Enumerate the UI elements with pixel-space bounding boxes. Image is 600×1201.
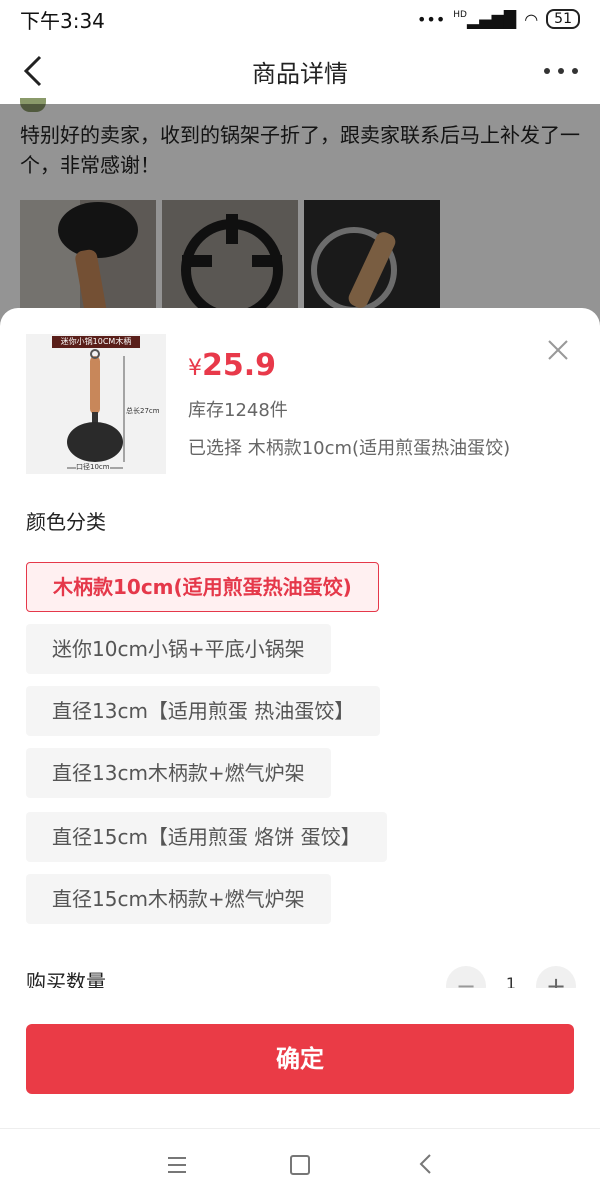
color-category-title: 颜色分类 (26, 510, 106, 534)
back-icon[interactable] (20, 54, 50, 88)
more-icon[interactable] (544, 68, 578, 74)
page-title: 商品详情 (252, 59, 348, 88)
option-15cm-wood-stove[interactable]: 直径15cm木柄款+燃气炉架 (26, 874, 331, 924)
system-nav-bar (0, 1128, 600, 1201)
quantity-value[interactable]: 1 (496, 974, 526, 988)
menu-icon[interactable] (168, 1157, 186, 1178)
price: ¥25.9 (188, 348, 276, 383)
stock-text: 库存1248件 (188, 400, 288, 421)
price-value: 25.9 (202, 348, 277, 383)
confirm-button[interactable]: 确定 (26, 1024, 574, 1094)
option-15cm[interactable]: 直径15cm【适用煎蛋 烙饼 蛋饺】 (26, 812, 387, 862)
quantity-row: 购买数量 − 1 + (0, 956, 600, 988)
length-label: 总长27cm (126, 407, 160, 415)
option-13cm[interactable]: 直径13cm【适用煎蛋 热油蛋饺】 (26, 686, 381, 736)
quantity-label: 购买数量 (26, 970, 106, 988)
close-icon[interactable] (546, 338, 570, 362)
selected-text: 已选择 木柄款10cm(适用煎蛋热油蛋饺) (188, 438, 511, 459)
system-back-icon[interactable] (418, 1153, 432, 1175)
battery-icon: 51 (546, 9, 580, 29)
status-time: 下午3:34 (20, 8, 105, 33)
nav-bar: 商品详情 (0, 38, 600, 105)
option-mini-10cm-rack[interactable]: 迷你10cm小锅+平底小锅架 (26, 624, 331, 674)
status-icons: ••• HD▂▄▆█ ◠ 51 (417, 9, 580, 29)
product-thumbnail[interactable]: 迷你小锅10CM木柄 总长27cm 口径10cm (26, 334, 166, 474)
option-13cm-wood-stove[interactable]: 直径13cm木柄款+燃气炉架 (26, 748, 331, 798)
price-symbol: ¥ (188, 356, 202, 381)
status-bar: 下午3:34 ••• HD▂▄▆█ ◠ 51 (0, 0, 600, 38)
signal-icon: HD▂▄▆█ (453, 9, 517, 29)
dots-icon: ••• (416, 9, 446, 29)
home-icon[interactable] (290, 1155, 310, 1175)
quantity-plus-button[interactable]: + (536, 966, 576, 988)
quantity-minus-button[interactable]: − (446, 966, 486, 988)
wifi-icon: ◠ (524, 9, 539, 29)
diameter-label: 口径10cm (76, 462, 110, 472)
sku-selector-sheet: 迷你小锅10CM木柄 总长27cm 口径10cm ¥25.9 库存1248件 已… (0, 308, 600, 1200)
option-wood-handle-10cm[interactable]: 木柄款10cm(适用煎蛋热油蛋饺) (26, 562, 379, 612)
